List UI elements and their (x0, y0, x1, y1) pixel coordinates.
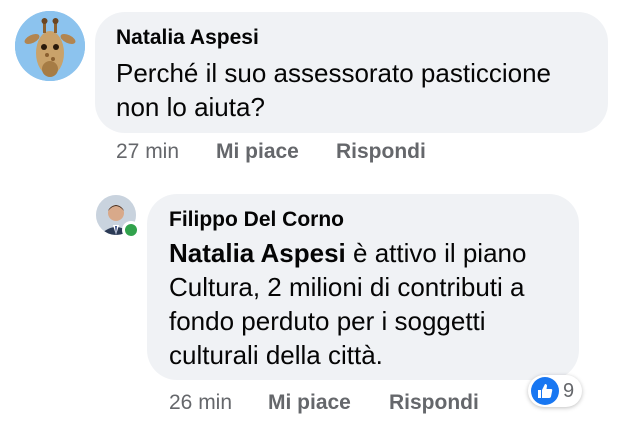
reply-button[interactable]: Rispondi (336, 140, 426, 164)
comment-text-line: Perché il suo assessorato pasticcione (116, 58, 552, 88)
giraffe-avatar-icon[interactable] (15, 11, 85, 81)
like-button[interactable]: Mi piace (268, 391, 351, 415)
mention-link[interactable]: Natalia Aspesi (169, 238, 346, 268)
reply-button[interactable]: Rispondi (389, 391, 479, 415)
comment-author[interactable]: Natalia Aspesi (116, 26, 259, 50)
like-button[interactable]: Mi piace (216, 140, 299, 164)
reaction-summary[interactable]: 9 (528, 375, 583, 407)
comment-text: è attivo il piano (345, 238, 527, 268)
comment-time[interactable]: 26 min (169, 391, 232, 415)
comment-text-line: Cultura, 2 milioni di contributi a (169, 272, 525, 302)
comment-text-line: culturali della città. (169, 340, 383, 370)
reaction-count: 9 (563, 379, 575, 402)
comment-text-line: Natalia Aspesi è attivo il piano (169, 236, 526, 270)
online-status-icon (122, 221, 140, 239)
comment-time[interactable]: 27 min (116, 140, 179, 164)
comment-text-line: fondo perduto per i soggetti (169, 306, 486, 336)
comment-text-line: non lo aiuta? (116, 92, 265, 122)
comment-author[interactable]: Filippo Del Corno (169, 208, 344, 232)
like-icon (531, 377, 559, 405)
